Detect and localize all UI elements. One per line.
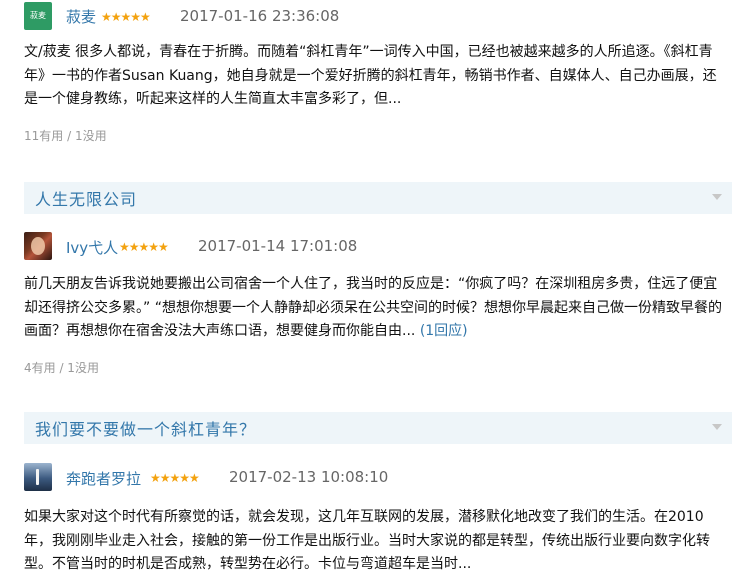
avatar-text: 菽麦	[30, 11, 46, 20]
review-text: 前几天朋友告诉我说她要搬出公司宿舍一个人住了，我当时的反应是：“你疯了吗？在深圳…	[24, 276, 722, 340]
review-excerpt: 如果大家对这个时代有所察觉的话，就会发现，这几年互联网的发展，潜移默化地改变了我…	[24, 506, 730, 577]
review-time: 2017-01-14 17:01:08	[198, 237, 358, 255]
avatar[interactable]	[24, 463, 52, 491]
rating-stars-icon: ★★★★★	[119, 240, 169, 254]
review-author[interactable]: 菽麦	[66, 6, 96, 27]
review-author[interactable]: Ivy弋人	[66, 237, 118, 258]
section-title-bar[interactable]: 我们要不要做一个斜杠青年？	[24, 412, 732, 444]
review-text: 如果大家对这个时代有所察觉的话，就会发现，这几年互联网的发展，潜移默化地改变了我…	[24, 509, 710, 573]
avatar[interactable]: 菽麦	[24, 2, 52, 30]
avatar-photo	[31, 237, 45, 255]
rating-stars-icon: ★★★★★	[150, 471, 200, 485]
review-author[interactable]: 奔跑者罗拉	[66, 468, 141, 489]
avatar[interactable]	[24, 232, 52, 260]
section-title[interactable]: 我们要不要做一个斜杠青年？	[35, 416, 256, 440]
review-excerpt: 文/菽麦 很多人都说，青春在于折腾。而随着“斜杠青年”一词传入中国，已经也被越来…	[24, 41, 730, 112]
review-text: 文/菽麦 很多人都说，青春在于折腾。而随着“斜杠青年”一词传入中国，已经也被越来…	[24, 44, 717, 108]
reply-link[interactable]: (1回应)	[420, 323, 468, 339]
section-title[interactable]: 人生无限公司	[35, 186, 137, 210]
section-title-bar[interactable]: 人生无限公司	[24, 182, 732, 214]
review-time: 2017-02-13 10:08:10	[229, 468, 389, 486]
chevron-down-icon[interactable]	[712, 424, 722, 430]
review-time: 2017-01-16 23:36:08	[180, 7, 340, 25]
rating-stars-icon: ★★★★★	[101, 10, 151, 24]
vote-count: 4有用 / 1没用	[24, 361, 99, 375]
review-excerpt: 前几天朋友告诉我说她要搬出公司宿舍一个人住了，我当时的反应是：“你疯了吗？在深圳…	[24, 273, 730, 344]
vote-count: 11有用 / 1没用	[24, 129, 107, 143]
avatar-photo	[36, 469, 39, 485]
chevron-down-icon[interactable]	[712, 194, 722, 200]
